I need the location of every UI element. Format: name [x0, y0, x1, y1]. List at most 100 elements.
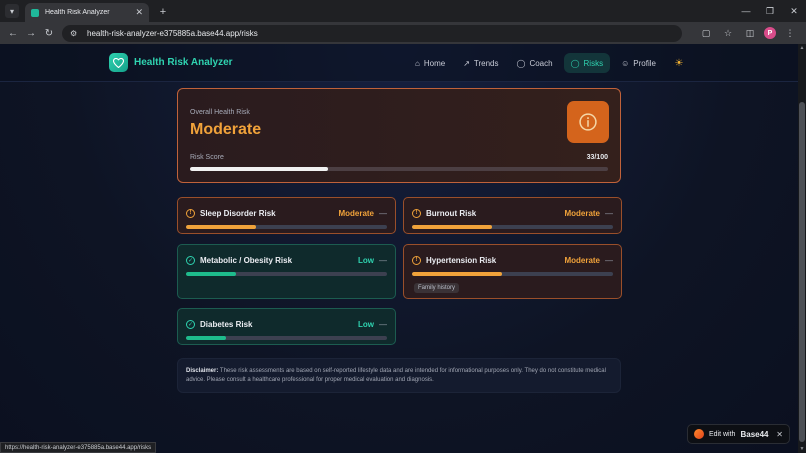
minus-icon: — — [605, 208, 613, 218]
check-circle-icon: ✓ — [186, 319, 195, 329]
app-name: Health Risk Analyzer — [134, 57, 233, 68]
risk-bar-fill — [186, 272, 237, 276]
risk-bar — [186, 225, 387, 229]
app-header: Health Risk Analyzer ⌂ Home ↗ Trends ◯ C… — [0, 44, 798, 82]
address-bar[interactable]: ⚙ health-risk-analyzer-e375885a.base44.a… — [62, 24, 682, 42]
risk-bar — [412, 225, 613, 229]
overall-risk-card: Overall Health Risk Moderate Risk Score … — [177, 88, 621, 183]
risk-level: Moderate — [338, 208, 374, 218]
minus-icon: — — [379, 319, 387, 329]
risk-card-hypertension[interactable]: ! Hypertension Risk Moderate — Family hi… — [403, 244, 622, 299]
extensions-icon[interactable]: ◫ — [742, 25, 758, 41]
minus-icon: — — [605, 255, 613, 265]
edit-with-base44-badge[interactable]: Edit with Base44 ✕ — [687, 424, 790, 444]
tab-search-icon[interactable]: ▾ — [5, 4, 19, 18]
tab-title: Health Risk Analyzer — [45, 9, 110, 16]
nav-coach-label: Coach — [529, 58, 553, 68]
check-circle-icon: ✓ — [186, 255, 195, 265]
reload-icon[interactable]: ↻ — [40, 24, 58, 42]
risk-title: Hypertension Risk — [426, 255, 497, 265]
chat-icon: ◯ — [516, 58, 526, 68]
risk-bar — [412, 272, 613, 276]
minus-icon: — — [379, 208, 387, 218]
heart-icon — [109, 53, 128, 72]
home-icon: ⌂ — [415, 58, 420, 68]
browser-toolbar: ← → ↻ ⚙ health-risk-analyzer-e375885a.ba… — [0, 22, 806, 44]
risk-bar-fill — [186, 336, 227, 340]
profile-avatar[interactable]: P — [764, 27, 776, 39]
status-bar-url: https://health-risk-analyzer-e375885a.ba… — [0, 442, 157, 453]
window-controls: — ❐ ✕ — [734, 0, 806, 22]
risk-level: Low — [358, 319, 374, 329]
scroll-down-icon[interactable]: ▼ — [798, 445, 806, 453]
trend-icon: ↗ — [463, 58, 470, 68]
nav-coach[interactable]: ◯ Coach — [510, 53, 560, 73]
minus-icon: — — [379, 255, 387, 265]
sun-icon[interactable]: ☀ — [673, 57, 685, 69]
risk-title: Sleep Disorder Risk — [200, 208, 276, 218]
browser-menu-icon[interactable]: ⋮ — [782, 25, 798, 41]
risk-title: Burnout Risk — [426, 208, 477, 218]
risk-title: Diabetes Risk — [200, 319, 253, 329]
back-icon[interactable]: ← — [4, 24, 22, 42]
base44-logo-icon — [694, 429, 704, 439]
risk-card-diabetes[interactable]: ✓ Diabetes Risk Low — — [177, 308, 396, 345]
window-close-icon[interactable]: ✕ — [782, 0, 806, 22]
disclaimer-label: Disclaimer: — [186, 368, 219, 374]
risk-bar — [186, 336, 387, 340]
main-nav: ⌂ Home ↗ Trends ◯ Coach ◯ Risks ☺ Profil… — [408, 53, 663, 73]
badge-close-icon[interactable]: ✕ — [776, 430, 783, 439]
user-icon: ☺ — [621, 58, 630, 68]
disclaimer: Disclaimer: These risk assessments are b… — [177, 358, 621, 393]
nav-trends-label: Trends — [473, 58, 499, 68]
bookmark-star-icon[interactable]: ☆ — [720, 25, 736, 41]
app-logo[interactable]: Health Risk Analyzer — [109, 53, 233, 72]
browser-tab-bar: ▾ Health Risk Analyzer ✕ + — ❐ ✕ — [0, 0, 806, 22]
alert-circle-icon: ! — [186, 208, 195, 218]
risk-title: Metabolic / Obesity Risk — [200, 255, 293, 265]
risk-score-label: Risk Score — [190, 154, 224, 161]
page-scrollbar[interactable]: ▲ ▼ — [798, 44, 806, 453]
risk-card-sleep[interactable]: ! Sleep Disorder Risk Moderate — — [177, 197, 396, 234]
info-icon — [567, 101, 609, 143]
install-app-icon[interactable]: ▢ — [698, 25, 714, 41]
tab-favicon-icon — [31, 8, 39, 17]
risk-card-metabolic[interactable]: ✓ Metabolic / Obesity Risk Low — — [177, 244, 396, 299]
overall-risk-level: Moderate — [190, 121, 262, 138]
risk-bar-fill — [412, 272, 503, 276]
nav-home-label: Home — [423, 58, 446, 68]
risk-score-fill — [190, 167, 328, 171]
page-content: Health Risk Analyzer ⌂ Home ↗ Trends ◯ C… — [0, 44, 798, 453]
risk-level: Low — [358, 255, 374, 265]
nav-profile[interactable]: ☺ Profile — [614, 53, 663, 73]
edit-badge-brand: Base44 — [740, 429, 769, 439]
nav-risks-label: Risks — [583, 58, 604, 68]
scroll-up-icon[interactable]: ▲ — [798, 44, 806, 52]
site-info-icon[interactable]: ⚙ — [70, 29, 80, 38]
nav-risks[interactable]: ◯ Risks — [563, 53, 611, 73]
risk-bar-fill — [412, 225, 493, 229]
forward-icon[interactable]: → — [22, 24, 40, 42]
risk-bar-fill — [186, 225, 257, 229]
restore-icon[interactable]: ❐ — [758, 0, 782, 22]
risk-level: Moderate — [564, 208, 600, 218]
risk-card-burnout[interactable]: ! Burnout Risk Moderate — — [403, 197, 622, 234]
risk-bar — [186, 272, 387, 276]
risk-score-bar — [190, 167, 608, 171]
shield-icon: ◯ — [570, 58, 580, 68]
browser-tab[interactable]: Health Risk Analyzer ✕ — [25, 3, 149, 22]
address-url: health-risk-analyzer-e375885a.base44.app… — [87, 28, 258, 38]
alert-circle-icon: ! — [412, 255, 421, 265]
new-tab-icon[interactable]: + — [155, 4, 171, 20]
tab-close-icon[interactable]: ✕ — [135, 7, 143, 18]
alert-circle-icon: ! — [412, 208, 421, 218]
disclaimer-text: These risk assessments are based on self… — [186, 368, 606, 383]
edit-badge-prefix: Edit with — [709, 430, 736, 438]
minimize-icon[interactable]: — — [734, 0, 758, 22]
risk-factor-tag: Family history — [414, 283, 460, 293]
nav-home[interactable]: ⌂ Home — [408, 53, 452, 73]
nav-profile-label: Profile — [633, 58, 656, 68]
scroll-thumb[interactable] — [799, 102, 805, 442]
nav-trends[interactable]: ↗ Trends — [456, 53, 505, 73]
risk-level: Moderate — [564, 255, 600, 265]
